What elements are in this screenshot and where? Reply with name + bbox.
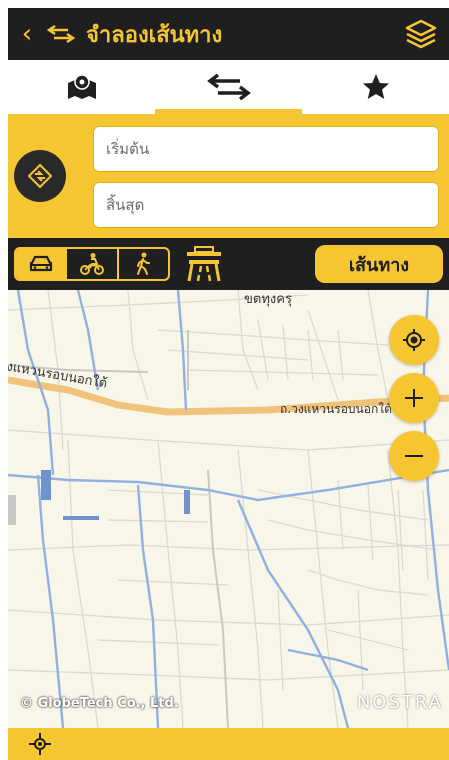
page-title: จำลองเส้นทาง xyxy=(86,22,223,48)
car-icon xyxy=(29,255,52,272)
swap-button[interactable] xyxy=(14,150,66,202)
map-brand-logo: NOSTRA xyxy=(356,692,443,713)
mode-car[interactable] xyxy=(16,249,68,279)
travel-mode-bar: เส้นทาง xyxy=(8,238,449,290)
route-button[interactable]: เส้นทาง xyxy=(315,245,443,283)
zoom-out-button[interactable] xyxy=(389,431,439,481)
gps-icon[interactable] xyxy=(28,732,52,756)
zoom-in-icon xyxy=(405,389,423,407)
zoom-out-icon xyxy=(405,455,423,457)
tab-route[interactable] xyxy=(155,60,302,114)
swap-icon xyxy=(27,163,53,189)
map-place-label: ขตทุงครุ xyxy=(244,292,292,307)
mode-walk[interactable] xyxy=(119,249,168,279)
tab-favorites[interactable] xyxy=(302,60,449,114)
map-pin-icon xyxy=(67,74,96,99)
star-icon xyxy=(362,74,389,99)
route-input-panel: เริ่มต้น สิ้นสุด xyxy=(8,114,449,238)
tab-map-pin[interactable] xyxy=(8,60,155,114)
map-copyright: © GlobeTech Co., Ltd. xyxy=(20,696,179,711)
zoom-in-button[interactable] xyxy=(389,373,439,423)
top-bar: ‹ จำลองเส้นทาง xyxy=(8,8,449,60)
route-arrows-icon xyxy=(42,8,80,60)
start-field[interactable]: เริ่มต้น xyxy=(93,126,439,172)
locate-button[interactable] xyxy=(389,315,439,365)
bottom-bar xyxy=(8,728,449,760)
layers-icon[interactable] xyxy=(403,16,439,52)
tollway-icon[interactable] xyxy=(184,244,224,284)
motorcycle-icon xyxy=(79,253,104,275)
route-arrows-icon xyxy=(206,73,251,101)
map-base xyxy=(8,290,449,728)
mode-motorcycle[interactable] xyxy=(67,249,119,279)
tab-bar xyxy=(8,60,449,114)
end-field[interactable]: สิ้นสุด xyxy=(93,182,439,228)
walk-icon xyxy=(137,252,151,275)
travel-mode-group xyxy=(14,247,170,281)
map-strip xyxy=(8,495,16,525)
canal-block xyxy=(41,470,51,500)
locate-icon xyxy=(403,329,425,351)
pond xyxy=(184,490,190,514)
app-frame: ‹ จำลองเส้นทาง เริ่มต้น สิ้นสุด เส้นทาง … xyxy=(0,0,449,760)
road-label-right: ถ.วงแหวนรอบนอกใต้ xyxy=(280,402,392,416)
canal-block-2 xyxy=(63,516,99,520)
chevron-left-icon[interactable]: ‹ xyxy=(12,8,42,60)
map-view[interactable]: ขตทุงครุ งแหวนรอบนอกใต้ ถ.วงแหวนรอบนอกใต… xyxy=(8,290,449,728)
